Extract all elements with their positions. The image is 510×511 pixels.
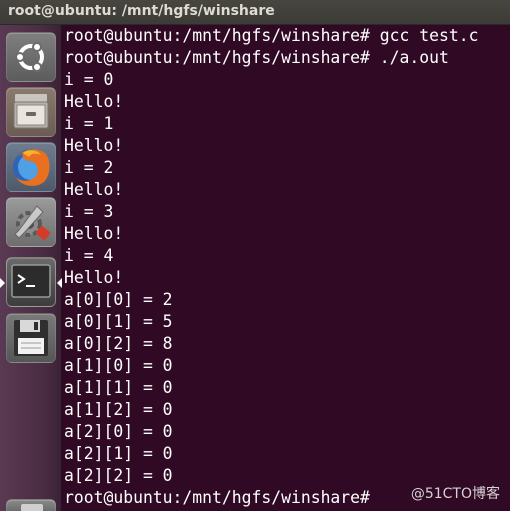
launcher-item-files[interactable] — [6, 87, 56, 137]
terminal-line: root@ubuntu:/mnt/hgfs/winshare# ./a.out — [64, 48, 449, 67]
file-cabinet-icon — [13, 94, 49, 129]
terminal-line: Hello! — [64, 268, 124, 287]
window-title-bar[interactable]: root@ubuntu: /mnt/hgfs/winshare — [0, 0, 510, 25]
terminal-icon — [11, 264, 51, 298]
launcher-item-firefox[interactable] — [6, 142, 56, 192]
active-app-indicator-left — [0, 278, 5, 288]
window-title: root@ubuntu: /mnt/hgfs/winshare — [8, 3, 275, 19]
terminal-line: i = 0 — [64, 70, 114, 89]
wrench-gear-icon — [14, 205, 50, 240]
terminal-line: a[1][0] = 0 — [64, 356, 173, 375]
launcher-item-trash[interactable] — [6, 499, 56, 511]
launcher-item-dash-home[interactable] — [6, 32, 56, 82]
terminal-prompt-line: root@ubuntu:/mnt/hgfs/winshare# — [64, 488, 370, 507]
launcher-item-system-settings[interactable] — [6, 197, 56, 247]
firefox-icon — [13, 149, 50, 186]
terminal-line: Hello! — [64, 136, 124, 155]
terminal-line: a[2][1] = 0 — [64, 444, 173, 463]
watermark: @51CTO博客 — [410, 486, 500, 502]
terminal-line: i = 1 — [64, 114, 114, 133]
terminal-line: i = 2 — [64, 158, 114, 177]
terminal-line: Hello! — [64, 180, 124, 199]
terminal-line: a[1][1] = 0 — [64, 378, 173, 397]
unity-launcher — [0, 25, 62, 511]
terminal-line: a[0][1] = 5 — [64, 312, 173, 331]
desktop-screen: root@ubuntu: /mnt/hgfs/winshare root@ubu… — [0, 0, 510, 511]
terminal-line: a[2][2] = 0 — [64, 466, 173, 485]
terminal-line: a[2][0] = 0 — [64, 422, 173, 441]
terminal-line: Hello! — [64, 224, 124, 243]
launcher-item-save[interactable] — [6, 313, 56, 363]
terminal-line: Hello! — [64, 92, 124, 111]
terminal-line: a[0][2] = 8 — [64, 334, 173, 353]
launcher-item-terminal[interactable] — [6, 257, 56, 307]
terminal-line: i = 3 — [64, 202, 114, 221]
terminal-line: root@ubuntu:/mnt/hgfs/winshare# gcc test… — [64, 26, 479, 45]
terminal-line: a[1][2] = 0 — [64, 400, 173, 419]
terminal-line: i = 4 — [64, 246, 114, 265]
ubuntu-logo-icon — [15, 42, 44, 72]
floppy-disk-icon — [14, 320, 48, 356]
terminal-output[interactable]: root@ubuntu:/mnt/hgfs/winshare# gcc test… — [62, 25, 510, 511]
trash-icon — [21, 504, 43, 511]
terminal-line: a[0][0] = 2 — [64, 290, 173, 309]
